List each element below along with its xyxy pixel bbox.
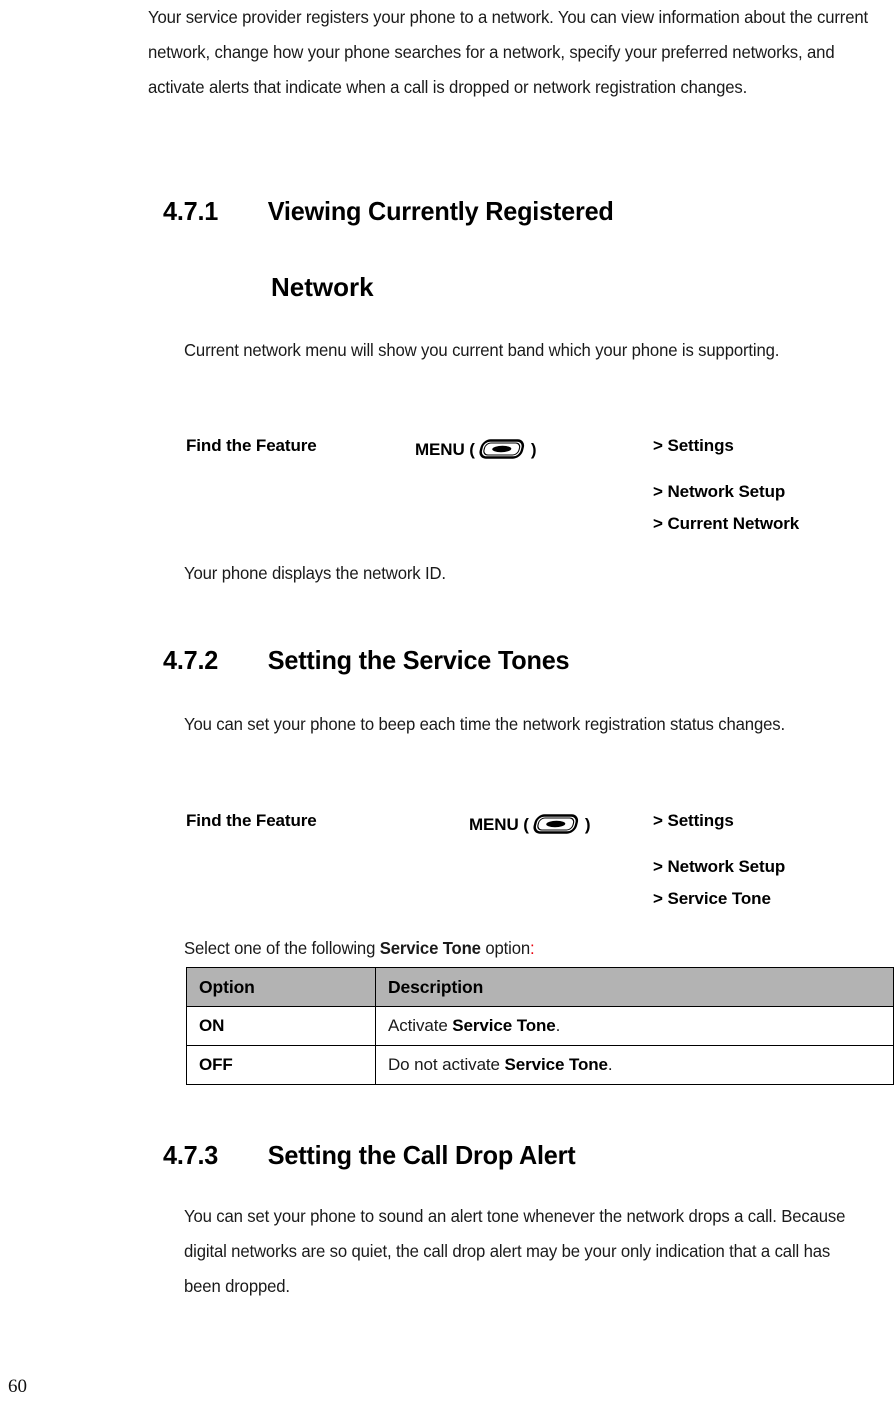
heading-4-7-1: 4.7.1 Viewing Currently Registered [163, 196, 614, 227]
heading-4-7-2: 4.7.2 Setting the Service Tones [163, 645, 570, 676]
find-the-feature-label: Find the Feature [186, 811, 317, 830]
feature-path-1: > Settings > Network Setup > Current Net… [653, 436, 799, 534]
feature-path-item: > Network Setup [653, 482, 786, 501]
feature-path-item: > Service Tone [653, 889, 771, 908]
section-4-7-2-body: You can set your phone to beep each time… [184, 714, 785, 734]
desc-bold-term: Service Tone [504, 1055, 608, 1074]
menu-suffix: ) [530, 440, 537, 459]
menu-key-icon [476, 436, 530, 462]
table-cell-option: ON [186, 1006, 376, 1046]
section-4-7-1-body: Current network menu will show you curre… [184, 340, 780, 360]
menu-suffix: ) [584, 815, 591, 834]
intro-paragraph: Your service provider registers your pho… [148, 7, 869, 97]
table-header-row: Option Description [186, 967, 894, 1007]
heading-4-7-3: 4.7.3 Setting the Call Drop Alert [163, 1140, 576, 1171]
heading-number-4-7-1: 4.7.1 [163, 196, 219, 226]
table-row: ON Activate Service Tone. [186, 1006, 894, 1046]
select-line-prefix: Select one of the following [184, 938, 380, 958]
heading-title-4-7-1: Viewing Currently Registered [267, 196, 614, 226]
feature-path-item: > Network Setup [653, 857, 786, 876]
table-header-description: Description [375, 967, 894, 1007]
section-4-7-3-body: You can set your phone to sound an alert… [184, 1206, 846, 1296]
menu-prefix: MENU ( [415, 440, 475, 459]
table-cell-description: Do not activate Service Tone. [375, 1045, 894, 1085]
feature-path-2: > Settings > Network Setup > Service Ton… [653, 811, 785, 909]
table-header-option: Option [186, 967, 376, 1007]
heading-title-4-7-2: Setting the Service Tones [267, 645, 570, 675]
find-the-feature-label: Find the Feature [186, 436, 317, 455]
select-line-colon: : [530, 938, 535, 958]
menu-key-reference-1: MENU () [415, 436, 536, 462]
heading-title-4-7-1-line2: Network [271, 272, 374, 302]
page-number: 60 [8, 1376, 27, 1397]
select-option-line: Select one of the following Service Tone… [184, 934, 862, 962]
desc-bold-term: Service Tone [452, 1016, 556, 1035]
select-line-bold-term: Service Tone [379, 938, 481, 958]
heading-title-4-7-3: Setting the Call Drop Alert [267, 1140, 576, 1170]
section-4-7-1-after-body: Your phone displays the network ID. [184, 563, 446, 583]
table-row: OFF Do not activate Service Tone. [186, 1045, 894, 1085]
heading-number-4-7-3: 4.7.3 [163, 1140, 219, 1170]
table-cell-option: OFF [186, 1045, 376, 1085]
feature-path-item: > Current Network [653, 514, 800, 533]
desc-prefix: Do not activate [388, 1055, 505, 1074]
table-cell-description: Activate Service Tone. [375, 1006, 894, 1046]
heading-number-4-7-2: 4.7.2 [163, 645, 219, 675]
desc-suffix: . [555, 1016, 561, 1035]
service-tone-option-table: Option Description ON Activate Service T… [186, 967, 894, 1085]
feature-path-item: > Settings [653, 811, 734, 830]
desc-prefix: Activate [388, 1016, 453, 1035]
menu-key-icon [530, 811, 584, 837]
menu-prefix: MENU ( [469, 815, 529, 834]
select-line-suffix: option [480, 938, 531, 958]
feature-path-item: > Settings [653, 436, 734, 455]
document-page: Your service provider registers your pho… [0, 0, 896, 1414]
desc-suffix: . [607, 1055, 613, 1074]
menu-key-reference-2: MENU () [469, 811, 590, 837]
